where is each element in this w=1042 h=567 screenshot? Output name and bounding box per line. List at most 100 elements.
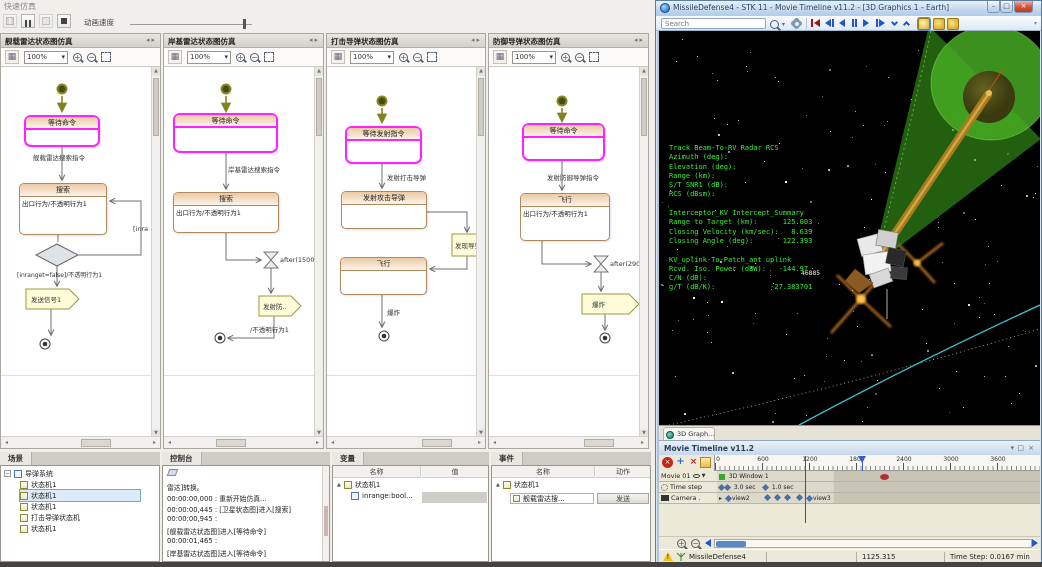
state-search[interactable]: 搜索 出口行为/不透明行为1 (19, 183, 107, 235)
initial-node[interactable] (558, 97, 567, 106)
timeline-scrollbar[interactable] (714, 539, 1032, 548)
play-button[interactable] (863, 19, 869, 27)
satellite-tool-icon-3[interactable] (947, 18, 959, 30)
camera-marker[interactable]: ▸ view2 (719, 495, 750, 502)
tree-item[interactable]: 状态机1 (20, 501, 56, 512)
scrollbar-thumb[interactable] (316, 78, 322, 136)
close-button[interactable]: × (1014, 1, 1033, 13)
record-off-icon[interactable]: × (662, 457, 673, 468)
scrollbar-thumb[interactable] (153, 78, 159, 136)
zoom-out-icon[interactable]: − (250, 53, 259, 62)
zoom-out-icon[interactable]: − (413, 53, 422, 62)
variables-root-row[interactable]: ▲ 状态机1 (337, 480, 380, 490)
state-fly[interactable]: 飞行 出口行为/不透明行为1 (520, 193, 610, 241)
play-backward-button[interactable] (839, 19, 845, 27)
timestep-marker[interactable]: 1.0 sec (763, 484, 794, 491)
3d-graphics-viewport[interactable]: Track Beam-To-RV Radar RCS Azimuth (deg)… (659, 31, 1040, 425)
final-node[interactable] (215, 333, 225, 343)
final-node[interactable] (379, 331, 389, 341)
camera-marker[interactable]: view3 (807, 495, 831, 502)
send-event-button[interactable]: 发送 (597, 493, 649, 504)
tree-item[interactable]: 状态机1 (20, 479, 56, 490)
row-dropdown-icon[interactable]: ▼ (702, 473, 706, 479)
step-button[interactable] (39, 14, 53, 28)
initial-node[interactable] (222, 85, 231, 94)
scroll-right-icon[interactable] (1032, 539, 1038, 547)
scrollbar-thumb[interactable] (81, 439, 111, 447)
scrollbar-thumb[interactable] (478, 78, 484, 136)
state-search[interactable]: 搜索 出口行为/不透明行为1 (173, 192, 279, 233)
tree-item[interactable]: 打击导弹状态机 (20, 512, 80, 523)
maximize-button[interactable]: □ (1000, 1, 1013, 13)
grid-icon[interactable]: ▦ (331, 50, 345, 64)
event-row[interactable]: 舰载雷达搜... (510, 493, 594, 504)
state-wait-launch[interactable]: 等待发射指令 (345, 126, 422, 164)
zoom-select[interactable]: 100%▾ (512, 51, 556, 64)
fit-view-icon[interactable] (264, 52, 274, 62)
movie-timeline-header[interactable]: Movie Timeline v11.2 ▾ □ × (659, 440, 1040, 455)
delete-segment-icon[interactable]: × (688, 457, 699, 468)
expand-icon[interactable]: ▲ (337, 482, 341, 488)
jump-start-button[interactable] (811, 19, 820, 27)
vertical-scrollbar[interactable]: ▲ ▼ (476, 67, 485, 438)
scroll-left-icon[interactable] (705, 539, 711, 547)
timeline-close-icon[interactable]: × (1028, 444, 1034, 452)
horizontal-scrollbar[interactable]: ◂ ▸ (489, 436, 648, 448)
tab-scene[interactable]: 场景 (0, 452, 32, 465)
diagram-canvas[interactable]: 爆炸 等待命令 飞行 出口行为/不透明行为1 发射防御导弹指令 after(29… (489, 67, 639, 438)
column-header-name[interactable]: 名称 (333, 466, 421, 478)
slower-button[interactable] (892, 20, 897, 25)
vertical-scrollbar[interactable]: ▲ ▼ (639, 67, 648, 438)
timestep-marker[interactable]: 3.0 sec (719, 484, 756, 491)
tab-3d-graphics[interactable]: 3D Graph... (663, 427, 715, 441)
variable-row[interactable]: inrange:bool... (351, 492, 413, 500)
fit-view-icon[interactable] (101, 52, 111, 62)
toolbar-overflow-icon[interactable]: ▾ (1034, 20, 1037, 27)
console-scrollbar[interactable] (322, 466, 329, 561)
satellite-tool-icon-1[interactable] (918, 18, 930, 30)
value-cell[interactable] (422, 492, 487, 503)
faster-button[interactable] (904, 22, 909, 27)
grid-icon[interactable]: ▦ (168, 50, 182, 64)
zoom-select[interactable]: 100%▾ (187, 51, 231, 64)
tree-root[interactable]: − 导弹系统 (4, 468, 53, 479)
step-back-button[interactable] (825, 19, 834, 27)
horizontal-scrollbar[interactable]: ◂ ▸ (164, 436, 323, 448)
pause-button[interactable] (21, 14, 35, 28)
decision-node[interactable] (36, 244, 78, 266)
grid-icon[interactable]: ▦ (493, 50, 507, 64)
playhead-line[interactable] (805, 456, 806, 523)
animation-speed-slider[interactable] (130, 21, 252, 27)
title-bar[interactable]: MissileDefense4 - STK 11 - Movie Timelin… (656, 1, 1041, 16)
zoom-select[interactable]: 100%▾ (350, 51, 394, 64)
diagram-canvas[interactable]: 发现导弹 等待发射指令 发射攻击导弹 飞行 发射打击导弹 爆炸 (327, 67, 476, 438)
scrollbar-thumb[interactable] (324, 506, 328, 536)
state-fly[interactable]: 飞行 (340, 257, 427, 295)
vertical-scrollbar[interactable]: ▲ ▼ (314, 67, 323, 438)
scrollbar-thumb[interactable] (641, 78, 647, 136)
timeline-ruler[interactable]: 0 600 1200 1800 2400 3000 3600 (714, 455, 1040, 471)
zoom-in-icon[interactable]: + (73, 53, 82, 62)
tree-item-selected[interactable]: 状态机1 (20, 490, 140, 501)
final-node[interactable] (600, 333, 610, 343)
zoom-in-icon[interactable]: + (236, 53, 245, 62)
collapse-icon[interactable]: − (4, 470, 11, 477)
initial-node[interactable] (58, 85, 67, 94)
zoom-out-icon[interactable]: − (87, 53, 96, 62)
folder-icon[interactable] (700, 457, 711, 468)
tab-events[interactable]: 事件 (491, 452, 523, 465)
scrollbar-thumb[interactable] (422, 439, 452, 447)
record-button[interactable] (3, 14, 17, 28)
horizontal-scrollbar[interactable]: ◂ ▸ (1, 436, 160, 448)
time-event-node[interactable] (594, 256, 608, 272)
step-forward-button[interactable] (876, 19, 885, 27)
tab-variables[interactable]: 变量 (332, 452, 364, 465)
scrollbar-thumb[interactable] (584, 439, 614, 447)
gear-icon[interactable] (792, 19, 801, 28)
visibility-eye-icon[interactable] (693, 474, 700, 478)
column-header-action[interactable]: 动作 (596, 466, 650, 478)
satellite-tool-icon-2[interactable] (933, 18, 945, 30)
scrollbar-thumb[interactable] (716, 541, 746, 547)
scrollbar-thumb[interactable] (216, 439, 246, 447)
zoom-out-icon[interactable]: − (575, 53, 584, 62)
